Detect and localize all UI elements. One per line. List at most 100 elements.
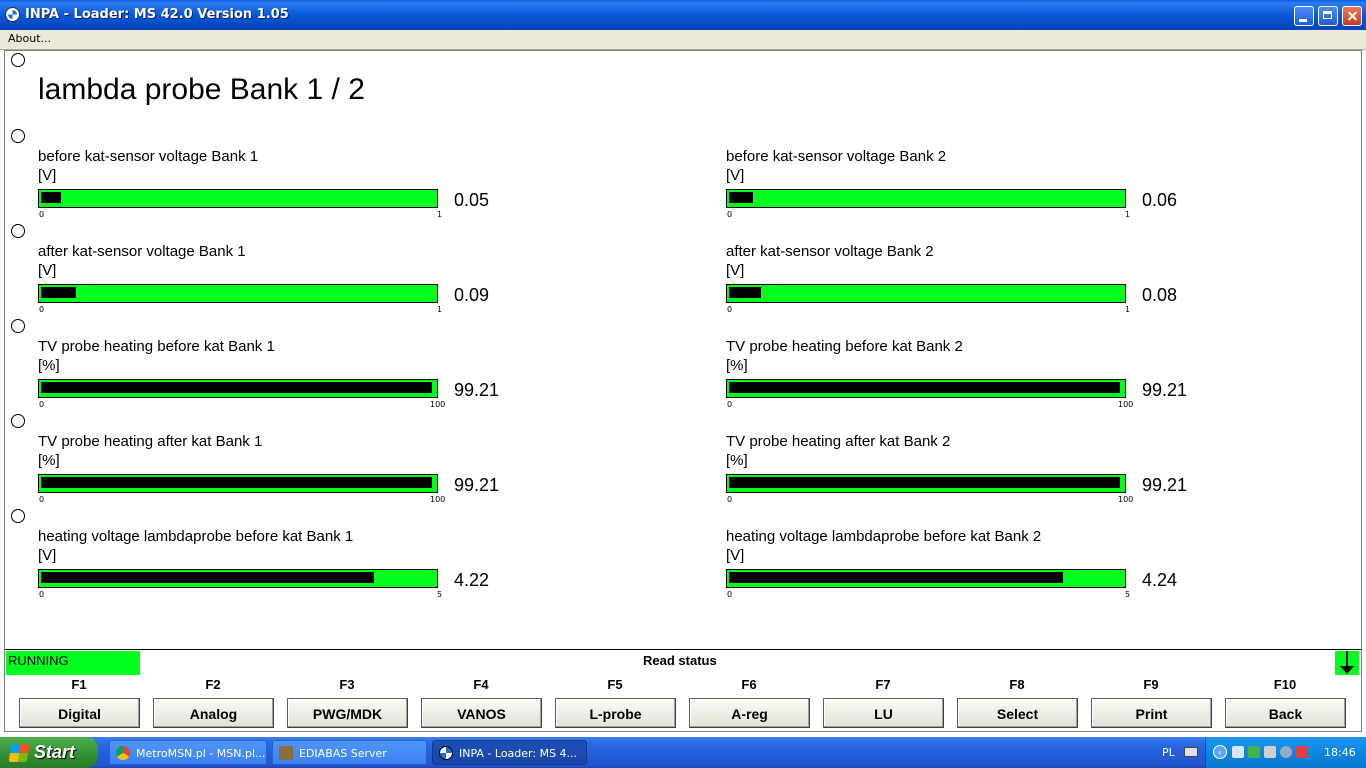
meter-max-tick: 1 bbox=[437, 305, 443, 314]
meter-bar-fill bbox=[729, 477, 1120, 488]
network-icon[interactable] bbox=[1232, 746, 1244, 758]
meter-unit: [V] bbox=[726, 547, 745, 564]
meter-unit: [V] bbox=[38, 167, 57, 184]
fkey-label: F9 bbox=[1143, 677, 1159, 692]
fkey-button-digital[interactable]: Digital bbox=[19, 698, 140, 728]
tray-app-icon[interactable] bbox=[1248, 746, 1260, 758]
fkey-label: F7 bbox=[875, 677, 891, 692]
language-indicator[interactable]: PL bbox=[1162, 746, 1175, 759]
radio-button-1[interactable] bbox=[11, 53, 25, 67]
meter-label: heating voltage lambdaprobe before kat B… bbox=[38, 528, 354, 545]
taskbar-item-msn[interactable]: MetroMSN.pl - MSN.pl... bbox=[109, 740, 267, 765]
security-icon[interactable] bbox=[1296, 746, 1308, 758]
radio-button-5[interactable] bbox=[11, 414, 25, 428]
meter-max-tick: 5 bbox=[437, 590, 443, 599]
taskbar-item-ediabas[interactable]: EDIABAS Server bbox=[272, 740, 427, 765]
status-running-indicator: RUNNING bbox=[6, 651, 140, 675]
close-button[interactable] bbox=[1342, 6, 1362, 26]
meter-label: TV probe heating before kat Bank 2 bbox=[726, 338, 963, 355]
radio-button-3[interactable] bbox=[11, 224, 25, 238]
meter-bar bbox=[38, 474, 438, 493]
fkey-button-pwg-mdk[interactable]: PWG/MDK bbox=[287, 698, 408, 728]
fkey-button-print[interactable]: Print bbox=[1091, 698, 1212, 728]
meter-unit: [%] bbox=[38, 357, 60, 374]
meter-min-tick: 0 bbox=[727, 210, 733, 219]
meter-max-tick: 1 bbox=[437, 210, 443, 219]
meter-max-tick: 100 bbox=[430, 400, 446, 409]
clock: 18:46 bbox=[1324, 746, 1356, 759]
meter-bar bbox=[726, 284, 1126, 303]
start-button[interactable]: Start bbox=[0, 737, 98, 768]
meter-min-tick: 0 bbox=[727, 305, 733, 314]
menu-bar: About... bbox=[0, 30, 1366, 50]
window-titlebar[interactable]: INPA - Loader: MS 42.0 Version 1.05 bbox=[0, 0, 1366, 30]
fkey-button-a-reg[interactable]: A-reg bbox=[689, 698, 810, 728]
taskbar-item-label: INPA - Loader: MS 4... bbox=[459, 747, 578, 760]
keyboard-icon[interactable] bbox=[1184, 747, 1198, 757]
status-read-text: Read status bbox=[643, 653, 717, 668]
meter-label: after kat-sensor voltage Bank 1 bbox=[38, 243, 246, 260]
down-arrow-icon bbox=[1335, 651, 1359, 675]
minimize-button[interactable] bbox=[1294, 6, 1314, 26]
meter-min-tick: 0 bbox=[727, 400, 733, 409]
meter-min-tick: 0 bbox=[39, 210, 45, 219]
fkey-label: F2 bbox=[205, 677, 221, 692]
meter-label: before kat-sensor voltage Bank 1 bbox=[38, 148, 259, 165]
meter-label: heating voltage lambdaprobe before kat B… bbox=[726, 528, 1042, 545]
volume-icon[interactable] bbox=[1264, 746, 1276, 758]
meter-label: TV probe heating before kat Bank 1 bbox=[38, 338, 275, 355]
chrome-icon bbox=[116, 746, 130, 760]
meter-max-tick: 100 bbox=[1118, 495, 1134, 504]
maximize-button[interactable] bbox=[1318, 6, 1338, 26]
fkey-button-l-probe[interactable]: L-probe bbox=[555, 698, 676, 728]
fkey-label: F5 bbox=[607, 677, 623, 692]
start-label: Start bbox=[34, 742, 76, 762]
meter-bar-fill bbox=[41, 572, 374, 583]
meter-max-tick: 1 bbox=[1125, 210, 1131, 219]
meter-min-tick: 0 bbox=[39, 400, 45, 409]
page-title: lambda probe Bank 1 / 2 bbox=[38, 73, 365, 106]
meter-value: 4.24 bbox=[1142, 570, 1178, 590]
meter-bar-fill bbox=[41, 382, 432, 393]
meter-label: TV probe heating after kat Bank 1 bbox=[38, 433, 263, 450]
meter-bar bbox=[726, 189, 1126, 208]
meter-unit: [%] bbox=[38, 452, 60, 469]
fkey-button-back[interactable]: Back bbox=[1225, 698, 1346, 728]
meter-min-tick: 0 bbox=[39, 305, 45, 314]
meter-max-tick: 1 bbox=[1125, 305, 1131, 314]
taskbar: Start MetroMSN.pl - MSN.pl... EDIABAS Se… bbox=[0, 737, 1366, 768]
meter-bar-fill bbox=[729, 382, 1120, 393]
menu-item-about[interactable]: About... bbox=[8, 32, 51, 45]
meter-unit: [V] bbox=[38, 547, 57, 564]
fkey-button-select[interactable]: Select bbox=[957, 698, 1078, 728]
meter-bar bbox=[38, 379, 438, 398]
meter-label: TV probe heating after kat Bank 2 bbox=[726, 433, 951, 450]
ediabas-icon bbox=[279, 746, 293, 760]
meter-unit: [V] bbox=[726, 262, 745, 279]
meter-min-tick: 0 bbox=[39, 590, 45, 599]
meter-bar-fill bbox=[729, 192, 753, 203]
fkey-button-analog[interactable]: Analog bbox=[153, 698, 274, 728]
fkey-button-vanos[interactable]: VANOS bbox=[421, 698, 542, 728]
tray-expand-icon[interactable]: ‹ bbox=[1213, 745, 1227, 759]
meter-bar-fill bbox=[729, 572, 1063, 583]
radio-button-2[interactable] bbox=[11, 129, 25, 143]
meter-max-tick: 100 bbox=[430, 495, 446, 504]
meter-min-tick: 0 bbox=[727, 590, 733, 599]
meter-bar bbox=[726, 569, 1126, 588]
meter-unit: [V] bbox=[38, 262, 57, 279]
meter-value: 99.21 bbox=[1142, 380, 1188, 400]
meter-value: 99.21 bbox=[1142, 475, 1188, 495]
taskbar-item-label: MetroMSN.pl - MSN.pl... bbox=[136, 747, 266, 760]
meter-unit: [%] bbox=[726, 357, 748, 374]
taskbar-item-inpa[interactable]: INPA - Loader: MS 4... bbox=[432, 740, 587, 765]
tray-disc-icon[interactable] bbox=[1280, 746, 1292, 758]
meter-unit: [%] bbox=[726, 452, 748, 469]
fkey-button-lu[interactable]: LU bbox=[823, 698, 944, 728]
windows-logo-icon bbox=[8, 744, 30, 762]
meter-label: before kat-sensor voltage Bank 2 bbox=[726, 148, 947, 165]
radio-button-6[interactable] bbox=[11, 509, 25, 523]
meter-value: 0.08 bbox=[1142, 285, 1178, 305]
radio-button-4[interactable] bbox=[11, 319, 25, 333]
fkey-label: F1 bbox=[71, 677, 87, 692]
